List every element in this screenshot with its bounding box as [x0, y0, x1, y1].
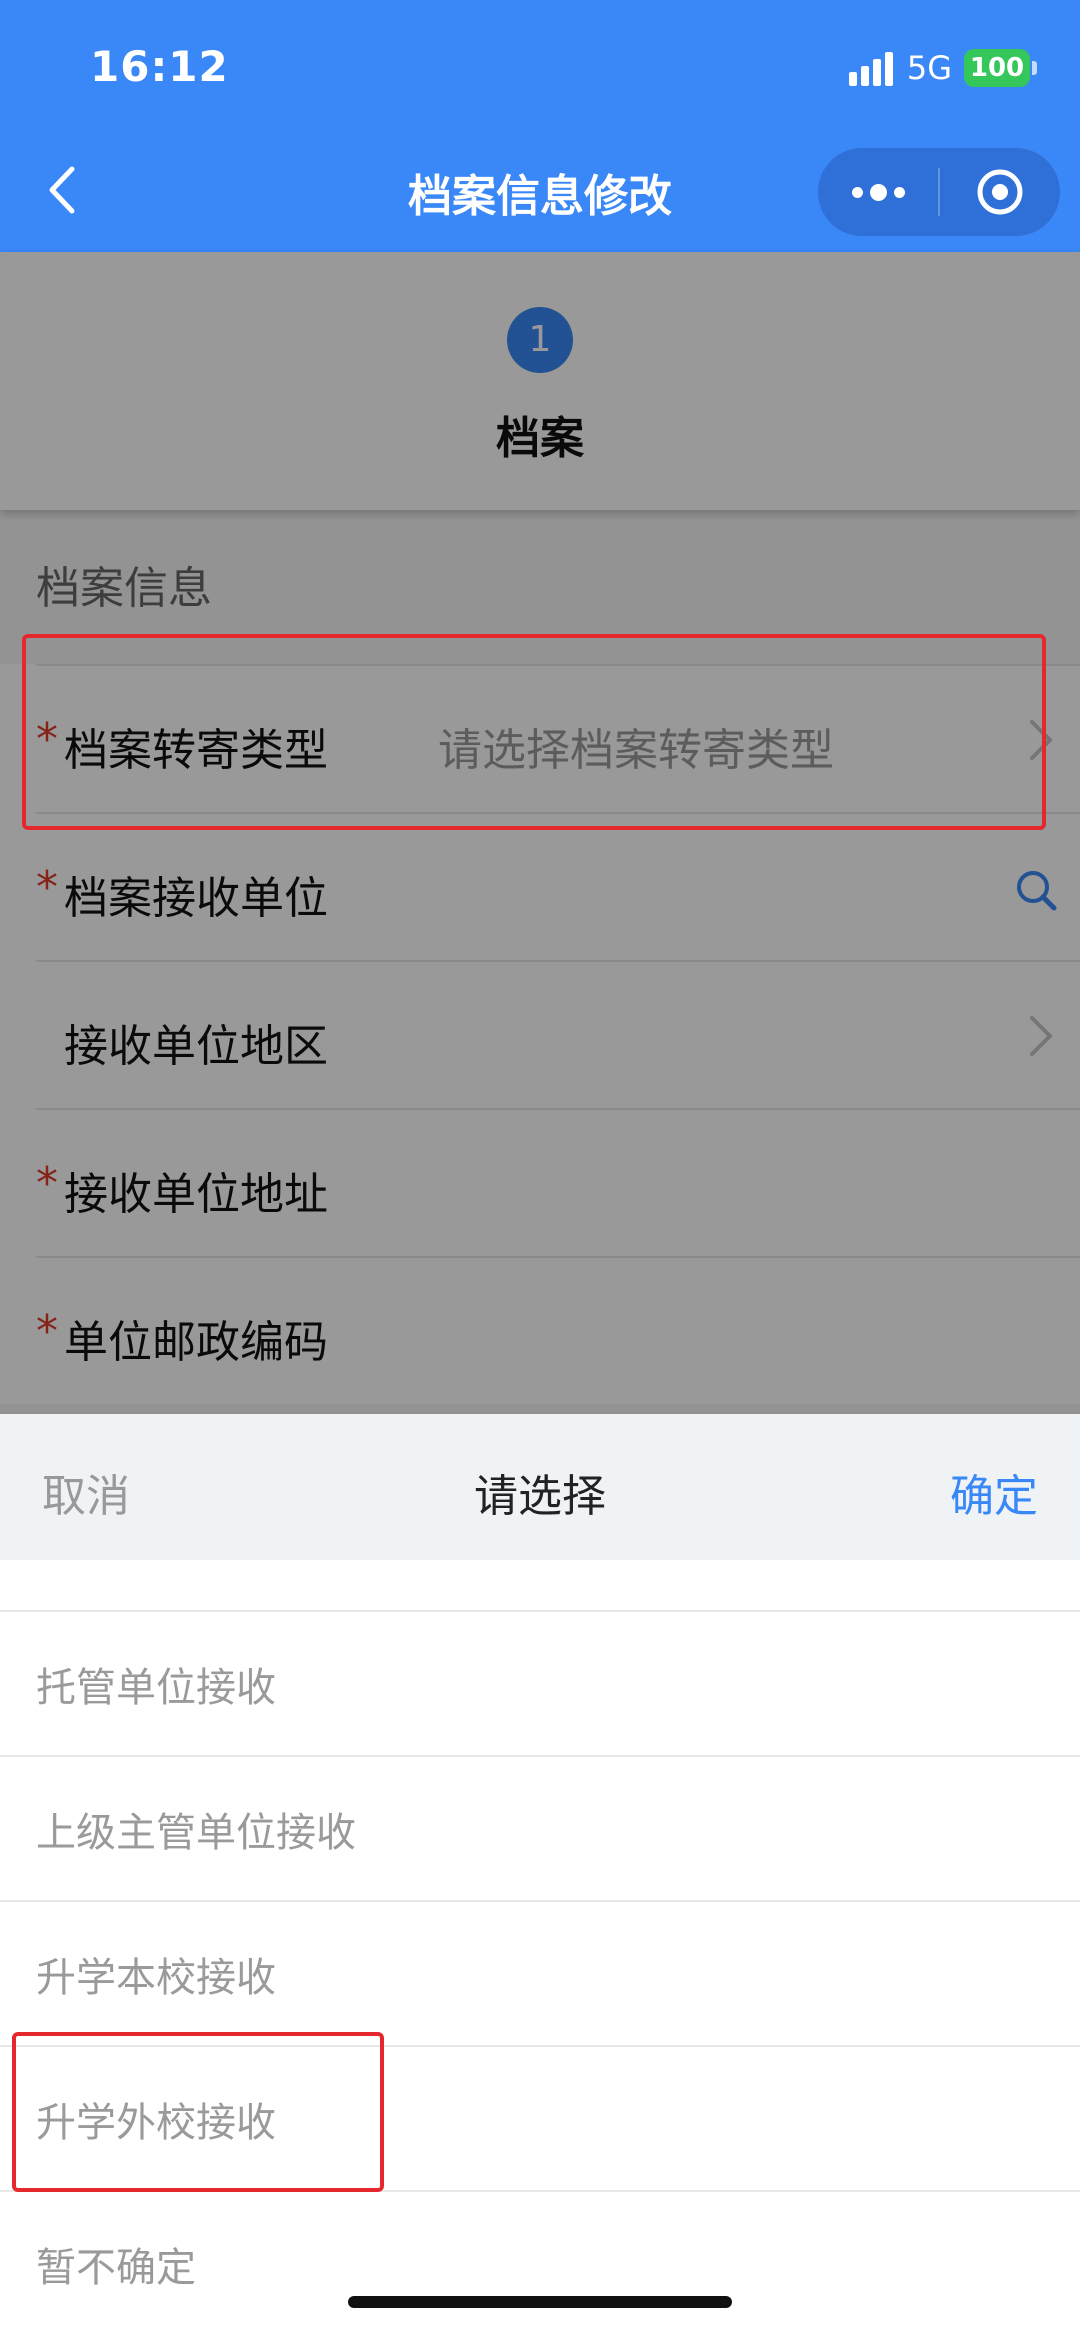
- confirm-button[interactable]: 确定: [950, 1460, 1038, 1524]
- navigation-bar: 档案信息修改: [0, 130, 1080, 252]
- highlight-box-transfer-type: [22, 634, 1046, 830]
- more-button[interactable]: [818, 148, 938, 236]
- modal-overlay[interactable]: [0, 252, 1080, 1414]
- more-dots-icon: [851, 183, 905, 201]
- close-button[interactable]: [940, 148, 1060, 236]
- status-indicators: 5G 100: [848, 46, 1037, 90]
- picker-option[interactable]: 升学本校接收: [0, 1900, 1080, 2045]
- status-time: 16:12: [90, 42, 229, 91]
- network-label: 5G: [906, 49, 952, 87]
- picker-option[interactable]: 上级主管单位接收: [0, 1755, 1080, 1900]
- highlight-box-option: [12, 2032, 384, 2192]
- mini-program-capsule: [818, 148, 1060, 236]
- signal-icon: [848, 50, 893, 86]
- option-picker: 取消 请选择 确定 托管单位接收 上级主管单位接收 升学本校接收 升学外校接收 …: [0, 1414, 1080, 2337]
- home-indicator: [348, 2296, 732, 2308]
- picker-header: 取消 请选择 确定: [0, 1414, 1080, 1560]
- picker-option[interactable]: 托管单位接收: [0, 1610, 1080, 1755]
- picker-options: 托管单位接收 上级主管单位接收 升学本校接收 升学外校接收 暂不确定: [0, 1610, 1080, 2335]
- target-icon: [977, 169, 1023, 215]
- picker-option[interactable]: 暂不确定: [0, 2190, 1080, 2335]
- battery-icon: 100: [964, 49, 1037, 87]
- top-bar: 16:12 5G 100 档案信息修改: [0, 0, 1080, 252]
- picker-title: 请选择: [474, 1471, 606, 1522]
- screen: 16:12 5G 100 档案信息修改 1 档案 档案信息 * 档案转寄类型 请…: [0, 0, 1080, 2337]
